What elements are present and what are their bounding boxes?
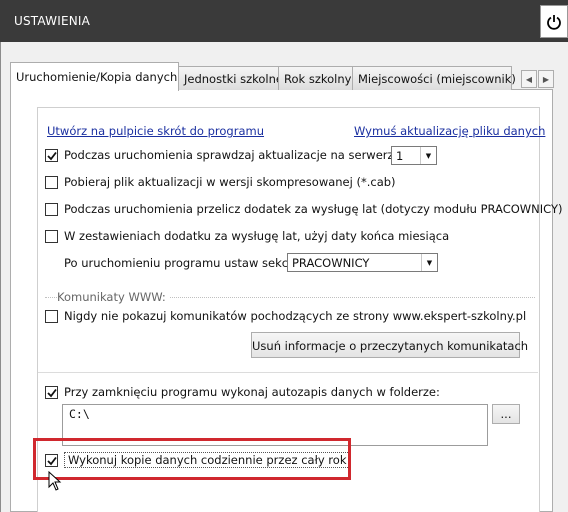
compressed-checkbox[interactable] [45,176,58,189]
never-show-label: Nigdy nie pokazuj komunikatów pochodzący… [64,309,527,323]
backup-folder-path: C:\ [69,407,90,421]
checkmark-icon [47,151,57,161]
tab-label: Miejscowości (miejscownik) [358,72,516,86]
power-icon [547,14,561,30]
www-group-label: Komunikaty WWW: [57,290,169,304]
tab-scroll-left-button[interactable]: ◀ [521,70,537,88]
server-select-value: 1 [396,149,404,163]
tab-strip: Uruchomienie/Kopia danych Jednostki szko… [10,62,558,91]
force-update-link[interactable]: Wymuś aktualizację pliku danych [354,124,545,138]
month-end-label: W zestawieniach dodatku za wysługę lat, … [64,229,450,243]
check-updates-label: Podczas uruchomienia sprawdzaj aktualiza… [64,148,420,162]
highlight-box [33,438,351,480]
tab-rok-szkolny[interactable]: Rok szkolny [278,66,353,90]
create-shortcut-link[interactable]: Utwórz na pulpicie skrót do programu [47,124,264,138]
tab-jednostki[interactable]: Jednostki szkolne [178,66,283,90]
tab-scroll-right-button[interactable]: ▶ [538,70,554,88]
never-show-checkbox[interactable] [45,310,58,323]
mouse-cursor-icon [48,471,62,491]
title-bar: USTAWIENIA [0,0,568,42]
arrow-left-icon: ◀ [525,74,533,84]
recalc-bonus-label: Podczas uruchomienia przelicz dodatek za… [64,202,563,216]
window-title: USTAWIENIA [14,14,91,28]
section-select[interactable]: PRACOWNICY ▼ [287,253,438,272]
month-end-checkbox[interactable] [45,230,58,243]
recalc-bonus-checkbox[interactable] [45,203,58,216]
autosave-label: Przy zamknięciu programu wykonaj autozap… [64,385,440,399]
tab-label: Uruchomienie/Kopia danych [16,70,178,84]
section-label: Po uruchomieniu programu ustaw sekcję: [64,256,303,270]
check-updates-checkbox[interactable] [45,149,58,162]
section-select-value: PRACOWNICY [292,256,370,270]
server-select[interactable]: 1 ▼ [391,146,437,165]
checkmark-icon [47,388,57,398]
tab-miejscowosci[interactable]: Miejscowości (miejscownik) [352,66,516,90]
chevron-down-icon: ▼ [421,254,437,271]
tab-label: Jednostki szkolne [184,72,283,86]
divider [38,372,538,373]
arrow-right-icon: ▶ [542,74,550,84]
browse-folder-button[interactable]: ... [492,404,520,424]
chevron-down-icon: ▼ [420,147,436,164]
remove-read-messages-button[interactable]: Usuń informacje o przeczytanych komunika… [251,332,528,358]
power-button[interactable] [540,5,568,38]
autosave-checkbox[interactable] [45,386,58,399]
tab-uruchomienie[interactable]: Uruchomienie/Kopia danych [10,62,179,91]
compressed-label: Pobieraj plik aktualizacji w wersji skom… [64,175,396,189]
tab-label: Rok szkolny [284,72,352,86]
